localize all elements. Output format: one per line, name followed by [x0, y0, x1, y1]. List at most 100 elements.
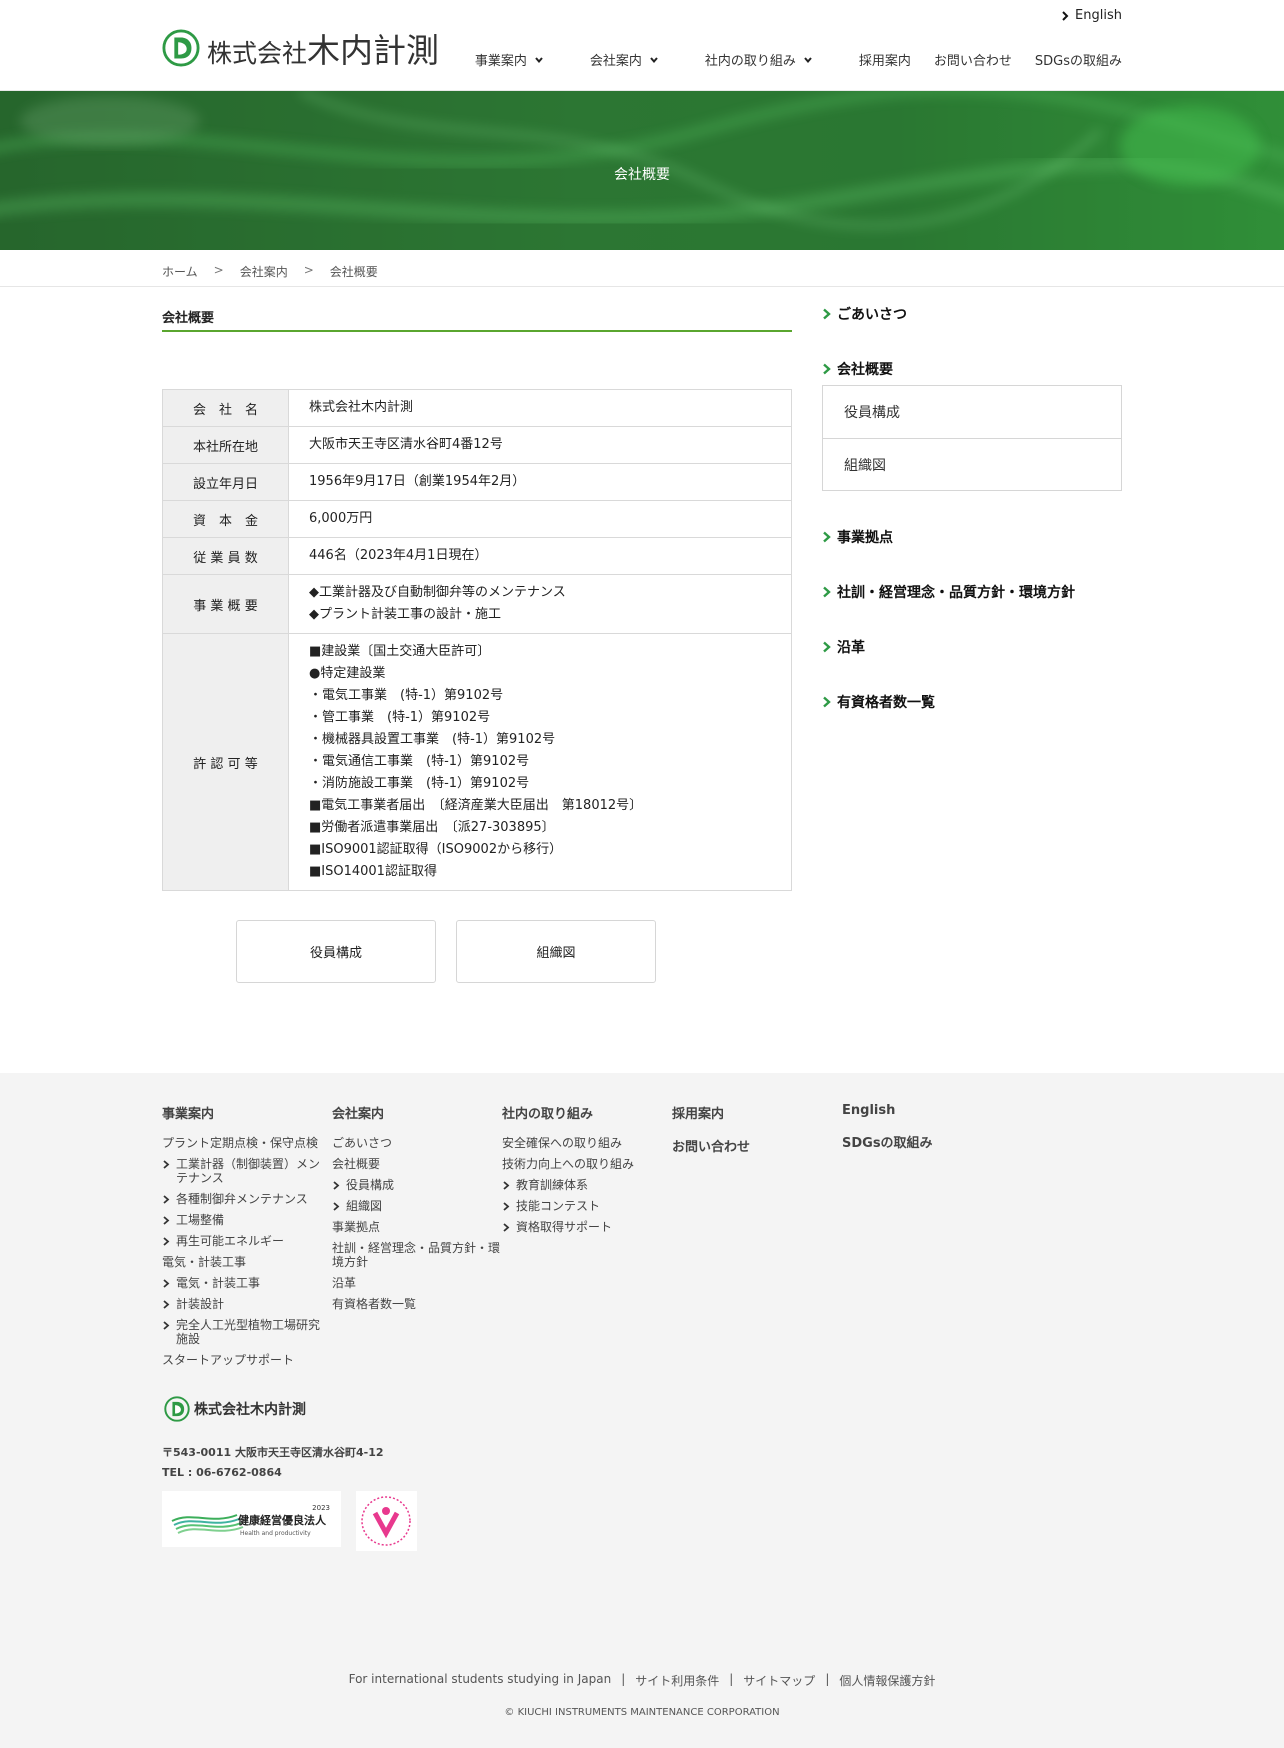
site-logo[interactable]: 株式会社木内計測 [162, 28, 439, 70]
value-line: ■電気工事業者届出 〔経済産業大臣届出 第18012号〕 [309, 798, 643, 813]
link-divider: | [729, 1672, 734, 1686]
health-management-logo: 2023 健康経営優良法人 Health and productivity [171, 1504, 330, 1537]
footer-heading[interactable]: 事業案内 [162, 1103, 322, 1122]
breadcrumb: ホーム > 会社案内 > 会社概要 [0, 250, 1284, 287]
footer-link[interactable]: 工場整備 [162, 1213, 322, 1227]
link-divider: | [825, 1672, 830, 1686]
nav-label: 会社案内 [589, 54, 642, 69]
footer-logo[interactable]: 株式会社木内計測 [164, 1396, 306, 1422]
footer-link[interactable]: スタートアップサポート [162, 1353, 322, 1367]
footer-bottom-link[interactable]: For international students studying in J… [349, 1672, 612, 1689]
footer-link[interactable]: 社訓・経営理念・品質方針・環境方針 [332, 1241, 502, 1269]
footer-link-label: 電気・計装工事 [176, 1276, 261, 1290]
breadcrumb-current: 会社概要 [329, 265, 378, 279]
value-line: ◆プラント計装工事の設計・施工 [309, 607, 501, 622]
footer-bottom-link[interactable]: サイト利用条件 [635, 1672, 719, 1689]
table-row: 設立年月日 1956年9月17日（創業1954年2月） [162, 463, 792, 501]
footer-link[interactable]: 教育訓練体系 [502, 1178, 662, 1192]
footer-heading[interactable]: SDGsの取組み [842, 1132, 992, 1151]
footer-heading[interactable]: 採用案内 [672, 1103, 822, 1122]
chevron-right-icon [333, 1202, 340, 1211]
footer-heading[interactable]: English [842, 1103, 992, 1118]
footer-heading[interactable]: お問い合わせ [672, 1136, 822, 1155]
footer-link[interactable]: 技術力向上への取り組み [502, 1157, 662, 1171]
footer-link[interactable]: 電気・計装工事 [162, 1255, 322, 1269]
english-link[interactable]: English [1061, 8, 1122, 23]
sidebar-label: ごあいさつ [837, 307, 907, 323]
nav-item-contact[interactable]: お問い合わせ [934, 50, 1012, 69]
breadcrumb-company[interactable]: 会社案内 [240, 263, 288, 280]
sidebar-item-history[interactable]: 沿革 [822, 633, 1122, 661]
sidebar-item-philosophy[interactable]: 社訓・経営理念・品質方針・環境方針 [822, 578, 1122, 606]
sidebar-label: 会社概要 [837, 362, 893, 378]
sidebar-item-offices[interactable]: 事業拠点 [822, 523, 1122, 551]
org-chart-button[interactable]: 組織図 [456, 920, 656, 983]
footer-col-initiatives: 社内の取り組み 安全確保への取り組み 技術力向上への取り組み 教育訓練体系 技能… [502, 1103, 662, 1241]
nav-item-company[interactable]: 会社案内 [590, 50, 659, 69]
footer-link[interactable]: 組織図 [332, 1199, 502, 1213]
nav-item-recruit[interactable]: 採用案内 [859, 50, 911, 69]
row-label: 資 本 金 [162, 500, 289, 538]
row-label: 本社所在地 [162, 426, 289, 464]
row-label: 許 認 可 等 [162, 633, 289, 891]
footer-link[interactable]: ごあいさつ [332, 1136, 502, 1150]
footer-link[interactable]: 事業拠点 [332, 1220, 502, 1234]
footer-link[interactable]: 沿革 [332, 1276, 502, 1290]
footer-link-label: 電気・計装工事 [162, 1255, 247, 1269]
chevron-right-icon [163, 1300, 170, 1309]
sidebar-subitem-officers[interactable]: 役員構成 [823, 386, 1121, 438]
sidebar-subitem-org-chart[interactable]: 組織図 [823, 438, 1121, 490]
breadcrumb-home[interactable]: ホーム [162, 263, 198, 280]
footer-link[interactable]: 電気・計装工事 [162, 1276, 322, 1290]
row-label: 設立年月日 [162, 463, 289, 501]
footer-link-label: 工業計器（制御装置）メンテナンス [176, 1157, 321, 1185]
footer-heading[interactable]: 社内の取り組み [502, 1103, 662, 1122]
sidebar-item-overview[interactable]: 会社概要 [822, 355, 1122, 383]
nav-label: 事業案内 [474, 54, 527, 69]
footer-link-label: 工場整備 [176, 1213, 225, 1227]
footer-col-company: 会社案内 ごあいさつ 会社概要 役員構成 組織図 事業拠点 社訓・経営理念・品質… [332, 1103, 502, 1318]
value-line: 6,000万円 [309, 511, 373, 526]
nav-item-business[interactable]: 事業案内 [475, 50, 544, 69]
footer-link[interactable]: 資格取得サポート [502, 1220, 662, 1234]
value-line: ■ISO14001認証取得 [309, 864, 437, 879]
footer-link[interactable]: 工業計器（制御装置）メンテナンス [162, 1157, 322, 1185]
footer-link-label: 資格取得サポート [516, 1220, 613, 1234]
footer-link[interactable]: 技能コンテスト [502, 1199, 662, 1213]
footer-heading[interactable]: 会社案内 [332, 1103, 502, 1122]
footer-link-label: 役員構成 [346, 1178, 395, 1192]
footer-bottom-link[interactable]: サイトマップ [743, 1672, 815, 1689]
sidebar-item-greeting[interactable]: ごあいさつ [822, 300, 1122, 328]
footer-link[interactable]: プラント定期点検・保守点検 [162, 1136, 322, 1150]
row-label: 従 業 員 数 [162, 537, 289, 575]
chevron-down-icon [535, 56, 543, 63]
sidebar-item-qualified[interactable]: 有資格者数一覧 [822, 688, 1122, 716]
footer-link-label: 安全確保への取り組み [502, 1136, 623, 1150]
footer-link[interactable]: 有資格者数一覧 [332, 1297, 502, 1311]
footer-link-label: 技術力向上への取り組み [502, 1157, 635, 1171]
footer-link[interactable]: 役員構成 [332, 1178, 502, 1192]
footer-bottom-link[interactable]: 個人情報保護方針 [839, 1672, 935, 1689]
nav-item-sdgs[interactable]: SDGsの取組み [1035, 50, 1122, 69]
chevron-right-icon [163, 1160, 170, 1169]
row-value: ■建設業〔国土交通大臣許可〕 ●特定建設業 ・電気工事業 (特-1）第9102号… [288, 633, 792, 891]
logo-text: 株式会社木内計測 [207, 24, 439, 72]
hero-banner: 会社概要 [0, 91, 1284, 250]
footer-address: 〒543-0011 大阪市天王寺区清水谷町4-12 [162, 1446, 384, 1459]
footer-link[interactable]: 安全確保への取り組み [502, 1136, 662, 1150]
footer-link[interactable]: 計装設計 [162, 1297, 322, 1311]
nav-item-initiatives[interactable]: 社内の取り組み [705, 50, 813, 69]
chevron-right-icon [503, 1223, 510, 1232]
officers-button[interactable]: 役員構成 [236, 920, 436, 983]
logo-prefix: 株式会社 [207, 39, 308, 68]
footer-link[interactable]: 各種制御弁メンテナンス [162, 1192, 322, 1206]
footer-link-label: 組織図 [346, 1199, 383, 1213]
footer-tel: TEL : 06-6762-0864 [162, 1466, 282, 1479]
value-line: ・電気通信工事業 (特-1）第9102号 [309, 754, 530, 769]
footer-link[interactable]: 完全人工光型植物工場研究施設 [162, 1318, 322, 1346]
row-value: 6,000万円 [288, 500, 792, 538]
chevron-right-icon [163, 1279, 170, 1288]
value-line: 株式会社木内計測 [309, 400, 414, 415]
footer-link[interactable]: 会社概要 [332, 1157, 502, 1171]
footer-link[interactable]: 再生可能エネルギー [162, 1234, 322, 1248]
